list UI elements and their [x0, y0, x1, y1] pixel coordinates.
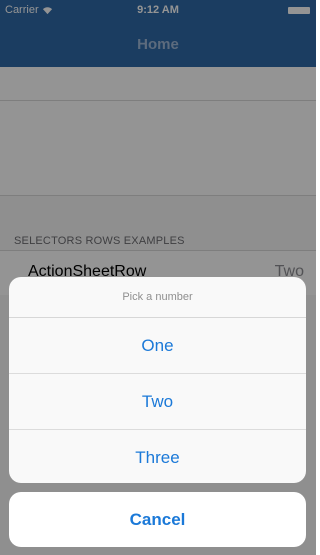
app-screen: Carrier 9:12 AM Home SELECTORS ROWS EXAM…: [0, 0, 316, 555]
option-three-button[interactable]: Three: [9, 430, 306, 483]
option-one-button[interactable]: One: [9, 318, 306, 374]
option-two-button[interactable]: Two: [9, 374, 306, 430]
action-sheet-title: Pick a number: [9, 277, 306, 318]
cancel-button[interactable]: Cancel: [9, 492, 306, 547]
action-sheet: Pick a number One Two Three: [9, 277, 306, 483]
